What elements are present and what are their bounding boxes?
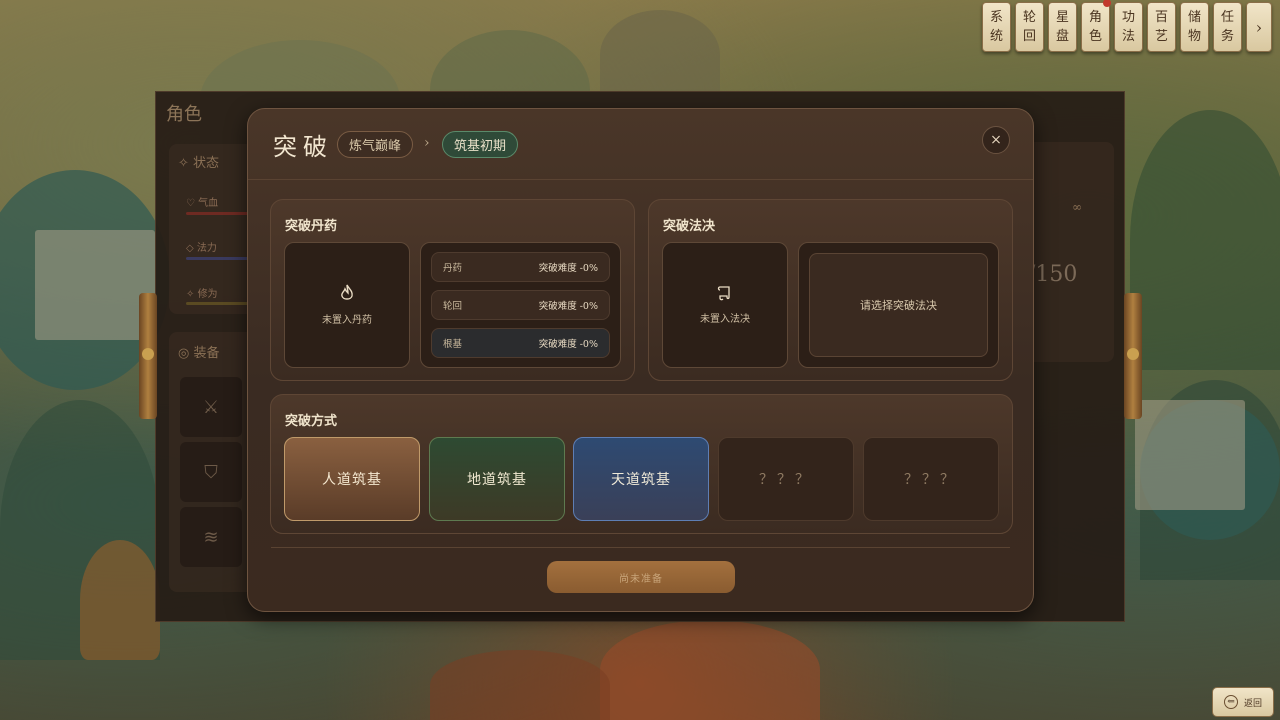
art-select-box: 请选择突破法决 (798, 242, 999, 368)
modifier-row-pill: 丹药 突破难度 -0% (431, 252, 610, 282)
modifier-value: 突破难度 -0% (538, 339, 598, 350)
infinity-icon: ∞ (1072, 200, 1082, 214)
menu-tab-system[interactable]: 系统 (982, 2, 1011, 52)
menu-tab-reincarnation[interactable]: 轮回 (1015, 2, 1044, 52)
menu-tab-skills[interactable]: 功法 (1114, 2, 1143, 52)
menu-tab-label: 任 (1220, 10, 1234, 25)
pill-slot-text: 未置入丹药 (322, 315, 372, 326)
modifier-list: 丹药 突破难度 -0% 轮回 突破难度 -0% 根基 突破难度 -0% (420, 242, 621, 368)
flame-icon (339, 284, 355, 306)
art-slot-text: 未置入法决 (700, 314, 750, 325)
art-section: 突破法决 未置入法决 请选择突破法决 (648, 199, 1013, 381)
method-earth-button[interactable]: 地道筑基 (429, 437, 565, 521)
stat-mp-text: 法力 (196, 243, 217, 254)
method-section: 突破方式 人道筑基 地道筑基 天道筑基 ？？？ ？？？ (270, 394, 1013, 534)
boots-icon: ≋ (180, 507, 242, 567)
scroll-roller-left (139, 293, 157, 419)
stat-hp-label: ♡ 气血 (186, 198, 219, 209)
close-button[interactable]: × (982, 126, 1010, 154)
menu-tab-quests[interactable]: 任务 (1213, 2, 1242, 52)
modifier-value: 突破难度 -0% (538, 301, 598, 312)
current-realm-badge: 炼气巅峰 (337, 131, 414, 158)
menu-tab-storage[interactable]: 储物 (1180, 2, 1209, 52)
modifier-name: 轮回 (443, 301, 463, 312)
stat-hp-text: 气血 (198, 198, 219, 209)
modal-header: 突破 炼气巅峰 › 筑基初期 × (248, 109, 1033, 180)
menu-tab-label: 系 (989, 10, 1003, 25)
pill-section-title: 突破丹药 (285, 219, 338, 234)
chevron-right-icon: › (424, 135, 430, 151)
menu-tab-label: 轮 (1022, 10, 1036, 25)
status-label-text: 状态 (193, 156, 220, 171)
exp-bar (186, 302, 251, 305)
scroll-icon (717, 285, 733, 305)
equipment-label: ◎ 装备 (178, 346, 220, 361)
breakthrough-confirm-button[interactable]: 尚未准备 (547, 561, 735, 593)
sword-icon: ⚔ (180, 377, 242, 437)
stat-exp-text: 修为 (197, 289, 218, 300)
art-slot[interactable]: 未置入法决 (662, 242, 788, 368)
character-panel-title: 角色 (166, 104, 202, 125)
menu-tab-label: 角 (1088, 10, 1102, 25)
method-heaven-button[interactable]: 天道筑基 (573, 437, 709, 521)
stat-exp-label: ✧ 修为 (186, 289, 218, 300)
menu-tab-crafts[interactable]: 百艺 (1147, 2, 1176, 52)
menu-tab-label: 务 (1220, 29, 1234, 44)
modifier-name: 根基 (443, 339, 463, 350)
menu-tab-label: 物 (1187, 29, 1201, 44)
menu-tab-label: 艺 (1154, 29, 1168, 44)
menu-tab-label: 储 (1187, 10, 1201, 25)
menu-tab-label: 功 (1121, 10, 1135, 25)
modal-title: 突破 (273, 133, 333, 161)
notification-dot (1103, 0, 1111, 7)
top-menu: 系统 轮回 星盘 角色 功法 百艺 储物 任务 › (982, 0, 1272, 52)
stat-value: /150 (1028, 262, 1078, 287)
menu-more-arrow-icon[interactable]: › (1246, 2, 1272, 52)
pill-section: 突破丹药 未置入丹药 丹药 突破难度 -0% 轮回 突破难度 -0% 根基 突破难度 … (270, 199, 635, 381)
mp-bar (186, 257, 251, 260)
method-human-button[interactable]: 人道筑基 (284, 437, 420, 521)
scroll-roller-right (1124, 293, 1142, 419)
shield-icon: ⛉ (180, 442, 242, 502)
menu-tab-label: 色 (1088, 29, 1102, 44)
breakthrough-modal: 突破 炼气巅峰 › 筑基初期 × 突破丹药 未置入丹药 丹药 突破难度 -0% 轮… (247, 108, 1034, 612)
status-label: ✧ 状态 (178, 156, 220, 171)
menu-tab-label: 法 (1121, 29, 1135, 44)
art-select-button[interactable]: 请选择突破法决 (809, 253, 988, 357)
menu-tab-character[interactable]: 角色 (1081, 0, 1111, 52)
menu-tab-label: 星 (1055, 10, 1069, 25)
equipment-label-text: 装备 (193, 346, 220, 361)
right-info-box (1026, 142, 1114, 362)
target-realm-badge: 筑基初期 (442, 131, 519, 158)
modifier-row-reincarnation: 轮回 突破难度 -0% (431, 290, 610, 320)
method-locked-button[interactable]: ？？？ (863, 437, 999, 521)
method-section-title: 突破方式 (285, 414, 338, 429)
modifier-name: 丹药 (443, 263, 463, 274)
back-label: 返回 (1243, 698, 1262, 709)
back-button[interactable]: ⇐ 返回 (1212, 687, 1274, 717)
pill-slot[interactable]: 未置入丹药 (284, 242, 410, 368)
modifier-row-foundation: 根基 突破难度 -0% (431, 328, 610, 358)
art-section-title: 突破法决 (663, 219, 716, 234)
divider (271, 547, 1010, 548)
method-locked-button[interactable]: ？？？ (718, 437, 854, 521)
stat-mp-label: ◇ 法力 (186, 243, 217, 254)
menu-tab-label: 统 (989, 29, 1003, 44)
menu-tab-label: 百 (1154, 10, 1168, 25)
menu-tab-star-chart[interactable]: 星盘 (1048, 2, 1077, 52)
menu-tab-label: 回 (1022, 29, 1036, 44)
hp-bar (186, 212, 251, 215)
back-arrow-icon: ⇐ (1223, 695, 1238, 709)
menu-tab-label: 盘 (1055, 29, 1069, 44)
modifier-value: 突破难度 -0% (538, 263, 598, 274)
